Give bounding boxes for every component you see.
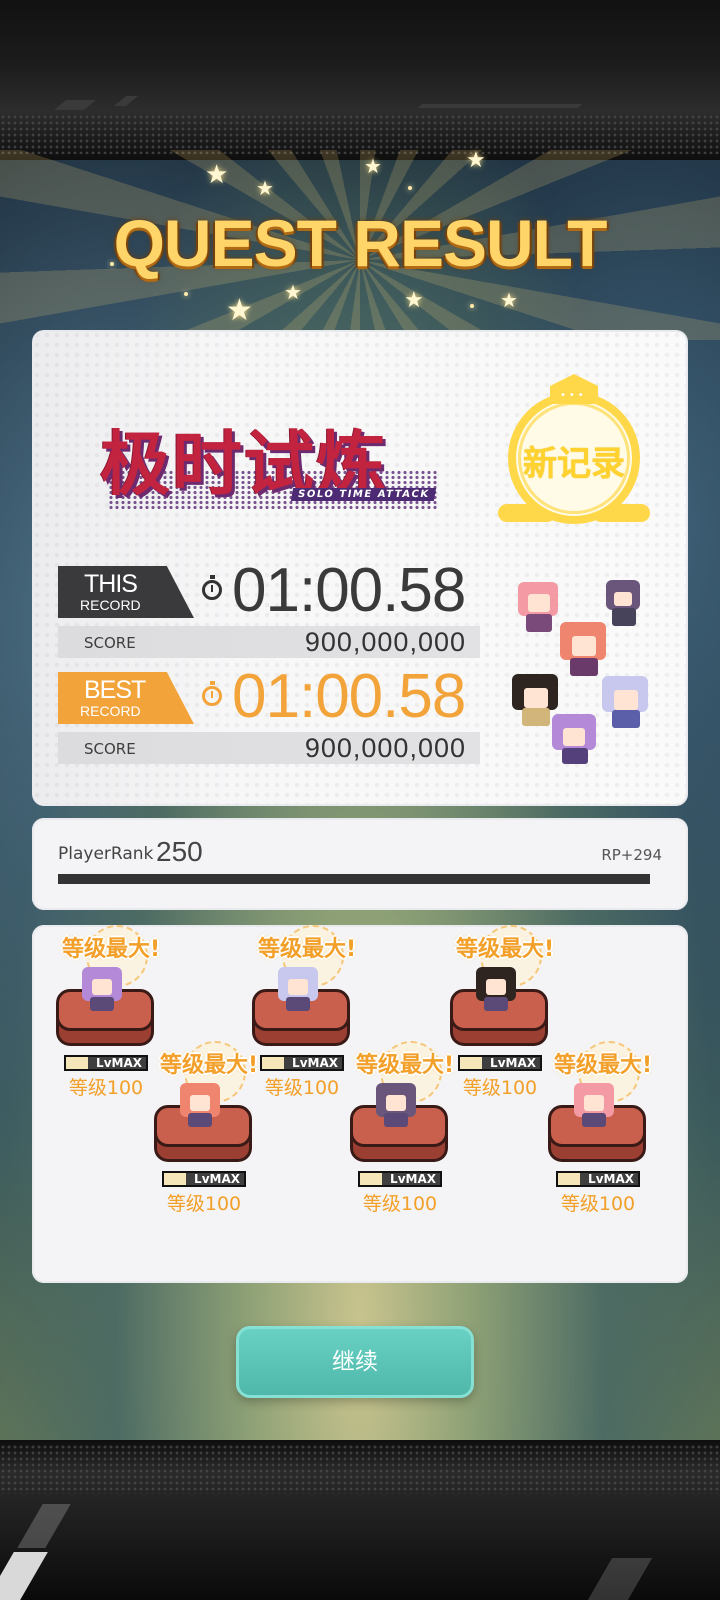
lv-max-badge: LvMAX bbox=[260, 1055, 344, 1071]
best-record-tag-big: BEST bbox=[84, 676, 146, 704]
mode-logo: 极时试炼 SOLO TIME ATTACK bbox=[100, 408, 450, 518]
star-icon: ★ bbox=[500, 288, 518, 312]
lv-bar-fill bbox=[262, 1057, 284, 1069]
team-unit: 等级最大! LvMAX 等级100 bbox=[548, 1041, 688, 1361]
team-levelup-card: 等级最大! LvMAX 等级100 等级最大! LvMAX 等级100 等级最大 bbox=[32, 925, 688, 1283]
lv-bar-fill bbox=[360, 1173, 382, 1185]
lv-bar-fill bbox=[558, 1173, 580, 1185]
checker-pattern bbox=[0, 114, 720, 154]
score-label: SCORE bbox=[84, 634, 136, 652]
this-score-bar: SCORE 900,000,000 bbox=[58, 626, 480, 658]
level-max-label: 等级最大! bbox=[62, 937, 161, 962]
this-record-tag: THIS RECORD bbox=[58, 566, 194, 618]
crown-dots: ••• bbox=[560, 390, 587, 401]
lv-bar-fill bbox=[460, 1057, 482, 1069]
bottom-decor-bar bbox=[0, 1440, 720, 1600]
player-rank-card: PlayerRank 250 RP+294 bbox=[32, 818, 688, 910]
unit-level: 等级100 bbox=[264, 1077, 340, 1099]
lv-max-text: LvMAX bbox=[96, 1056, 142, 1070]
decor-stripe bbox=[114, 96, 138, 106]
star-icon: ★ bbox=[466, 148, 486, 173]
lv-max-text: LvMAX bbox=[390, 1172, 436, 1186]
lv-max-badge: LvMAX bbox=[162, 1171, 246, 1187]
best-score-bar: SCORE 900,000,000 bbox=[58, 732, 480, 764]
unit-level: 等级100 bbox=[166, 1193, 242, 1215]
level-max-label: 等级最大! bbox=[258, 937, 357, 962]
sparkle-icon bbox=[470, 304, 474, 308]
player-rank-value: 250 bbox=[156, 836, 203, 867]
rank-progress-bar bbox=[58, 874, 650, 884]
decor-stripe bbox=[417, 104, 583, 108]
page-title: QUEST RESULT bbox=[113, 206, 608, 280]
record-card: 极时试炼 SOLO TIME ATTACK ••• 新记录 THIS RECOR… bbox=[32, 330, 688, 806]
player-rank-label: PlayerRank bbox=[58, 844, 154, 864]
best-record-tag-small: RECORD bbox=[80, 703, 141, 719]
lv-max-badge: LvMAX bbox=[458, 1055, 542, 1071]
best-score-value: 900,000,000 bbox=[304, 733, 466, 763]
lv-max-text: LvMAX bbox=[292, 1056, 338, 1070]
sparkle-icon bbox=[184, 292, 188, 296]
star-icon: ★ bbox=[226, 293, 253, 328]
best-record-time: 01:00.58 bbox=[232, 662, 466, 731]
lv-max-text: LvMAX bbox=[490, 1056, 536, 1070]
star-icon: ★ bbox=[364, 154, 382, 178]
unit-level: 等级100 bbox=[362, 1193, 438, 1215]
lv-max-badge: LvMAX bbox=[358, 1171, 442, 1187]
this-record-time: 01:00.58 bbox=[232, 556, 466, 625]
level-max-label: 等级最大! bbox=[456, 937, 555, 962]
new-record-badge: ••• 新记录 bbox=[498, 374, 660, 534]
stopwatch-icon bbox=[202, 575, 222, 600]
unit-level: 等级100 bbox=[68, 1077, 144, 1099]
unit-level: 等级100 bbox=[560, 1193, 636, 1215]
score-label: SCORE bbox=[84, 740, 136, 758]
lv-max-badge: LvMAX bbox=[556, 1171, 640, 1187]
lv-max-text: LvMAX bbox=[194, 1172, 240, 1186]
checker-pattern bbox=[0, 1444, 720, 1494]
lv-bar-fill bbox=[164, 1173, 186, 1185]
this-record-tag-small: RECORD bbox=[80, 597, 141, 613]
top-decor-bar bbox=[0, 0, 720, 160]
this-record-tag-big: THIS bbox=[84, 570, 138, 598]
star-icon: ★ bbox=[256, 176, 274, 200]
decor-block bbox=[17, 1504, 71, 1548]
decor-block bbox=[0, 1552, 48, 1600]
new-record-text: 新记录 bbox=[523, 444, 625, 484]
lv-max-text: LvMAX bbox=[588, 1172, 634, 1186]
level-max-label: 等级最大! bbox=[554, 1053, 653, 1078]
best-record-tag: BEST RECORD bbox=[58, 672, 194, 724]
mode-subtitle: SOLO TIME ATTACK bbox=[290, 488, 437, 501]
star-icon: ★ bbox=[404, 288, 424, 313]
continue-button[interactable]: 继续 bbox=[236, 1326, 474, 1398]
star-icon: ★ bbox=[205, 160, 229, 190]
sparkle-icon bbox=[408, 186, 412, 190]
unit-level: 等级100 bbox=[462, 1077, 538, 1099]
lv-max-badge: LvMAX bbox=[64, 1055, 148, 1071]
stopwatch-icon bbox=[202, 681, 222, 706]
lv-bar-fill bbox=[66, 1057, 88, 1069]
this-score-value: 900,000,000 bbox=[304, 627, 466, 657]
decor-stripe bbox=[54, 100, 96, 110]
decor-block bbox=[587, 1558, 653, 1600]
rank-points-gain: RP+294 bbox=[601, 846, 662, 864]
star-icon: ★ bbox=[284, 280, 302, 304]
